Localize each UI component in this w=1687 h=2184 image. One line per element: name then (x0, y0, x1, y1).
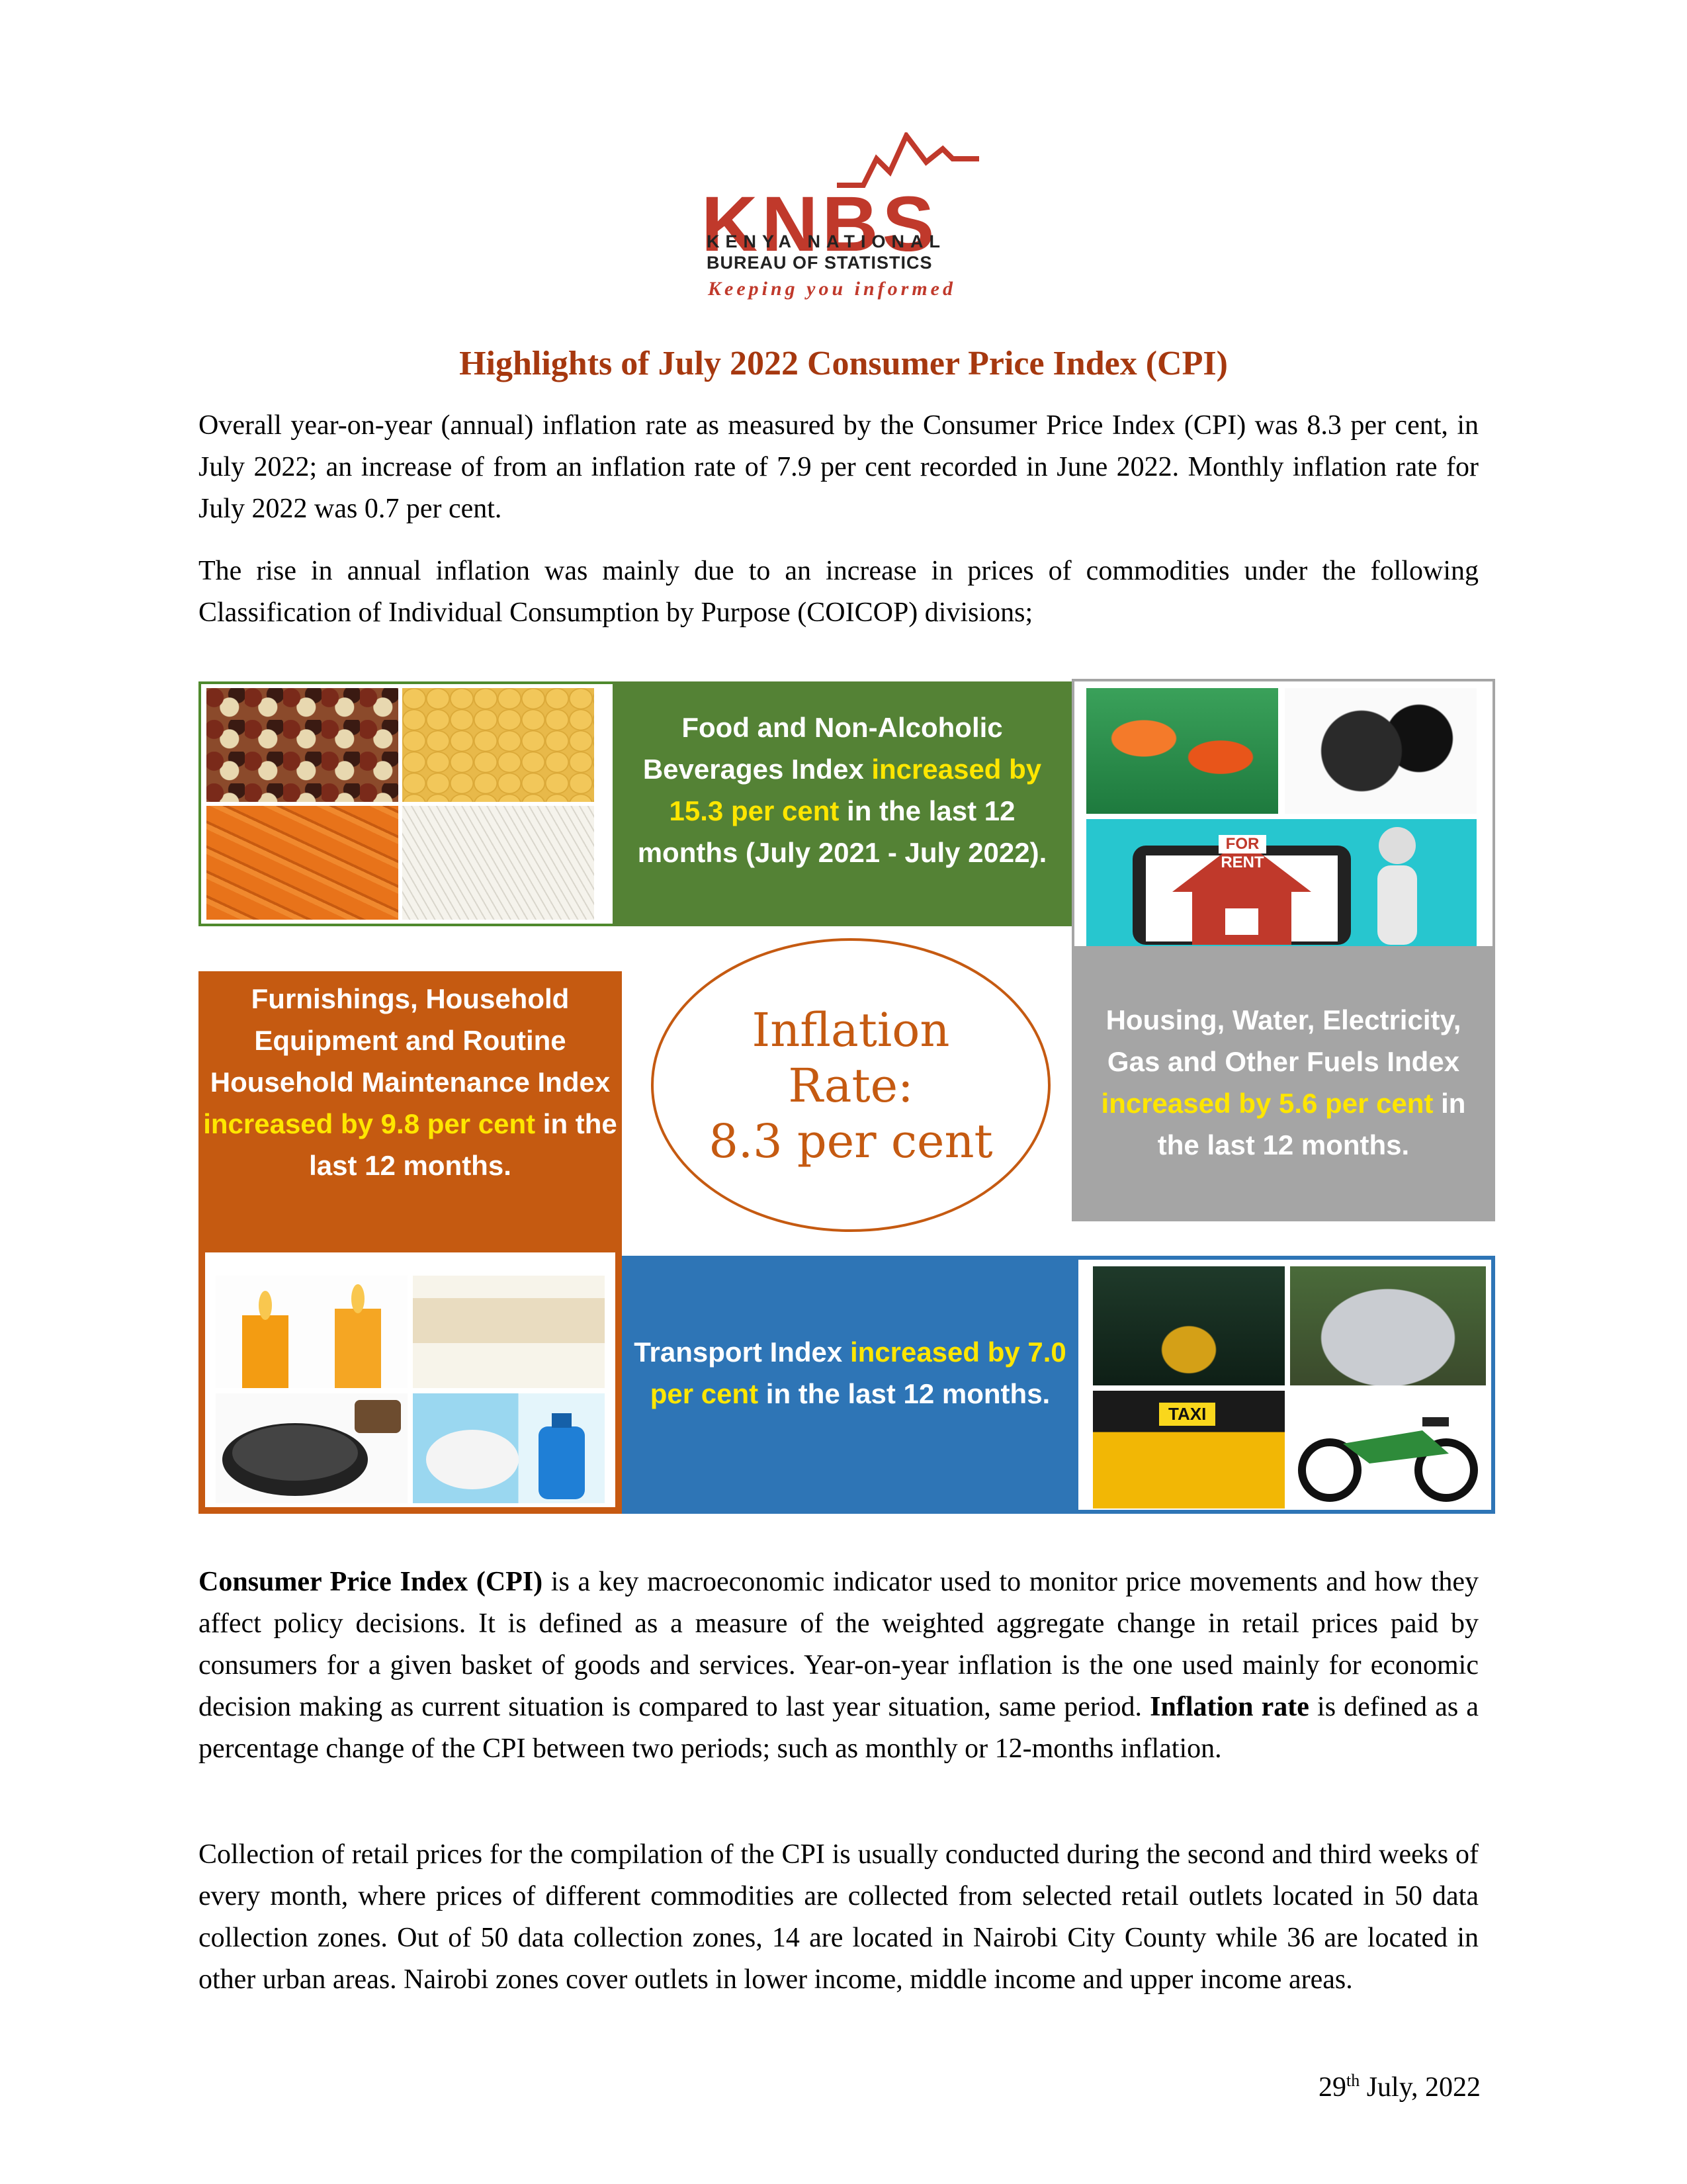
transport-index-box: Transport Index increased by 7.0 per cen… (622, 1256, 1078, 1514)
knbs-logo: KNBS KENYA NATIONAL BUREAU OF STATISTICS… (701, 132, 979, 311)
cpi-definition-paragraph: Consumer Price Index (CPI) is a key macr… (198, 1561, 1479, 1770)
detergent-bottle-icon (426, 1413, 585, 1499)
intro-paragraph-2: The rise in annual inflation was mainly … (198, 556, 1479, 628)
transport-index-text: Transport Index increased by 7.0 per cen… (634, 1336, 1066, 1409)
intro-paragraph-1: Overall year-on-year (annual) inflation … (198, 410, 1479, 524)
beans-photo (206, 688, 398, 802)
charcoal-photo (1285, 688, 1477, 814)
candles-icon (242, 1284, 381, 1388)
furnishings-index-box: Furnishings, Household Equipment and Rou… (198, 971, 622, 1252)
inflation-rate-term: Inflation rate (1150, 1692, 1309, 1722)
for-rent-photo: FOR RENT (1086, 819, 1477, 947)
frying-pan-icon (222, 1400, 401, 1496)
detergent-photo (413, 1393, 605, 1503)
inflation-label-line-2: Rate: (788, 1059, 914, 1113)
motorcycle-icon (1298, 1417, 1478, 1502)
soap-bars-photo (413, 1276, 605, 1388)
car-photo (1290, 1266, 1486, 1385)
candles-photo (216, 1276, 408, 1388)
logo-line-1: KENYA NATIONAL (707, 232, 947, 251)
logo-line-2: BUREAU OF STATISTICS (707, 253, 933, 273)
logo-tagline: Keeping you informed (708, 278, 956, 300)
cpi-term: Consumer Price Index (CPI) (198, 1567, 543, 1597)
housing-index-text: Housing, Water, Electricity, Gas and Oth… (1101, 1004, 1466, 1160)
gas-cylinders-photo (1086, 688, 1278, 814)
food-index-text: Food and Non-Alcoholic Beverages Index i… (637, 712, 1047, 868)
food-index-box: Food and Non-Alcoholic Beverages Index i… (613, 681, 1072, 926)
taxi-photo: TAXI (1093, 1391, 1285, 1508)
inflation-label-value: 8.3 per cent (709, 1114, 993, 1168)
motorcycle-photo (1290, 1391, 1486, 1508)
carrots-photo (206, 806, 398, 920)
housing-index-box: Housing, Water, Electricity, Gas and Oth… (1072, 946, 1495, 1221)
rent-sign-line-2: RENT (1221, 853, 1264, 871)
rice-photo (402, 806, 594, 920)
inflation-label-line-1: Inflation (752, 1003, 950, 1057)
release-date: 29th July, 2022 (1318, 2071, 1481, 2103)
page-title: Highlights of July 2022 Consumer Price I… (459, 345, 1228, 382)
fuel-pour-photo (1093, 1266, 1285, 1385)
pan-brush-photo (216, 1393, 408, 1503)
maize-photo (402, 688, 594, 802)
collection-paragraph: Collection of retail prices for the comp… (198, 1839, 1479, 1995)
furnishings-index-text: Furnishings, Household Equipment and Rou… (203, 983, 617, 1181)
inflation-rate-label: Inflation Rate: 8.3 per cent (646, 1002, 1056, 1169)
house-for-rent-icon (1133, 827, 1417, 945)
taxi-sign: TAXI (1159, 1403, 1216, 1426)
rent-sign-line-1: FOR (1219, 835, 1266, 853)
